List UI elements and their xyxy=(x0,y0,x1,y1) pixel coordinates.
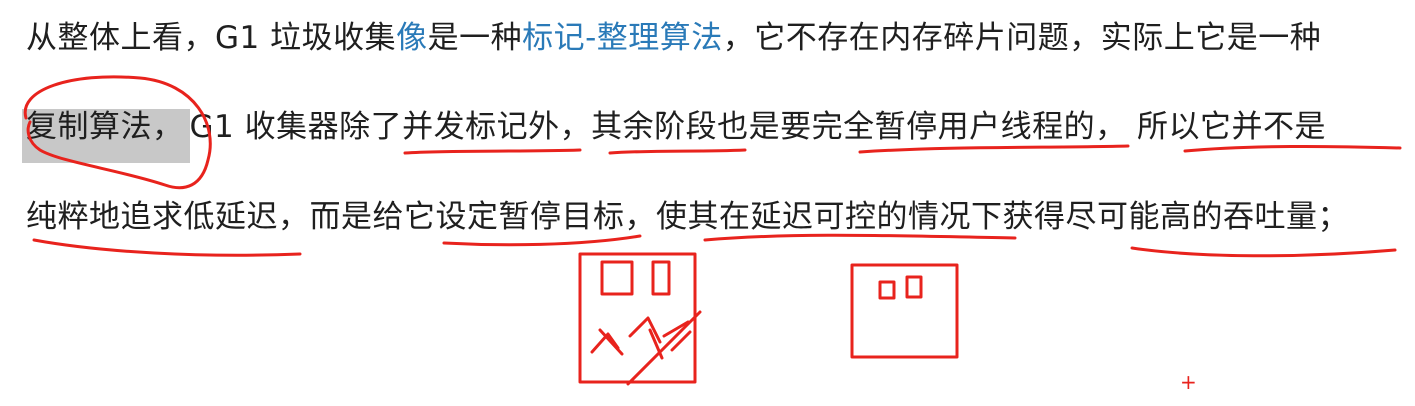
sketch-scribble-x-marks xyxy=(590,316,692,360)
line1-text-end: ，它不存在内存碎片问题，实际上它是一种 xyxy=(722,20,1322,56)
paragraph-line-1: 从整体上看，G1 垃圾收集像是一种标记-整理算法，它不存在内存碎片问题，实际上它… xyxy=(26,18,1321,58)
underline-max-throughput xyxy=(1130,246,1397,258)
underline-pause-target xyxy=(442,234,642,247)
underline-so-it-is-not xyxy=(1183,144,1402,153)
crosshair-cursor-icon: + xyxy=(1180,370,1197,394)
selected-text-highlight[interactable]: 复制算法， xyxy=(22,109,190,163)
line3-text: 纯粹地追求低延迟，而是给它设定暂停目标，使其在延迟可控的情况下获得尽可能高的吞吐… xyxy=(26,199,1349,235)
document-page: 从整体上看，G1 垃圾收集像是一种标记-整理算法，它不存在内存碎片问题，实际上它… xyxy=(0,0,1415,406)
sketch-square-left-a xyxy=(600,260,634,296)
sketch-square-right-b xyxy=(905,275,923,299)
link-xiang[interactable]: 像 xyxy=(396,20,428,56)
paragraph-line-3: 纯粹地追求低延迟，而是给它设定暂停目标，使其在延迟可控的情况下获得尽可能高的吞吐… xyxy=(26,197,1349,237)
sketch-square-right-a xyxy=(878,280,896,300)
line1-text-start: 从整体上看，G1 垃圾收集 xyxy=(26,20,397,56)
paragraph-line-2: 复制算法， G1 收集器除了并发标记外，其余阶段也是要完全暂停用户线程的， 所以它… xyxy=(22,107,1326,163)
sketch-square-left-b xyxy=(651,260,671,296)
link-mark-compact[interactable]: 标记-整理算法 xyxy=(522,20,723,56)
underline-other-phases xyxy=(608,148,747,155)
underline-concurrent-mark xyxy=(403,148,582,155)
line2-text: G1 收集器除了并发标记外，其余阶段也是要完全暂停用户线程的， 所以它并不是 xyxy=(189,109,1326,145)
sketch-strike-line xyxy=(626,310,702,386)
sketch-box-right xyxy=(850,263,959,359)
sketch-box-left xyxy=(578,252,697,384)
underline-pure-low-latency xyxy=(32,238,302,257)
line1-text-mid: 是一种 xyxy=(427,20,523,56)
